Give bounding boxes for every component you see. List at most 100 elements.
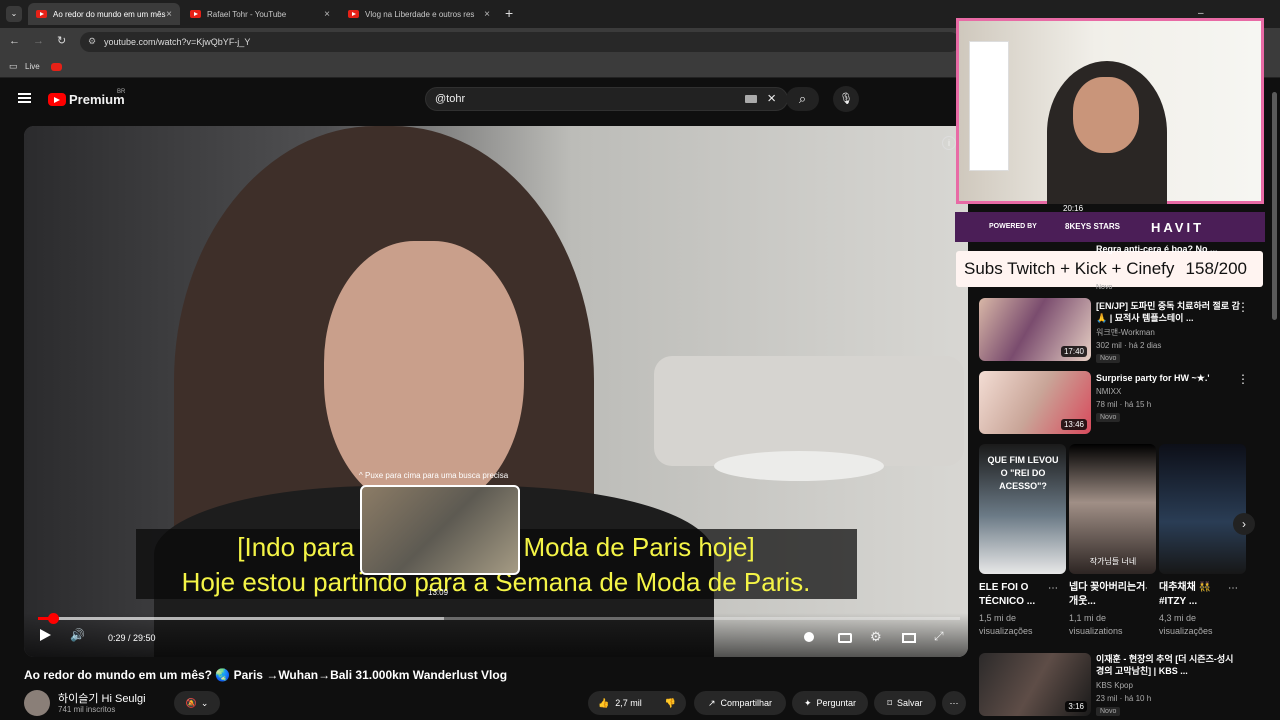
seek-preview-thumbnail xyxy=(360,485,520,575)
like-count: 2,7 mil xyxy=(615,698,642,708)
video-stats: 302 mil · há 2 dias xyxy=(1096,341,1162,350)
url-text: youtube.com/watch?v=KjwQbYF-j_Y xyxy=(104,37,251,47)
like-button[interactable]: 👍 2,7 mil 👎 xyxy=(588,691,686,715)
webcam-face xyxy=(1073,77,1139,153)
short-views: 4,3 mi de visualizações xyxy=(1159,613,1213,636)
channel-name: 워크맨-Workman xyxy=(1096,328,1155,337)
more-icon: ⋯ xyxy=(949,697,959,708)
short-thumbnail[interactable]: 작가님들 너네 xyxy=(1069,444,1156,574)
short-thumbnail[interactable] xyxy=(1159,444,1246,574)
menu-icon[interactable] xyxy=(18,93,31,103)
site-info-icon[interactable]: ⚙ xyxy=(88,36,96,47)
tab-rafael[interactable]: Rafael Tohr - YouTube × xyxy=(182,3,338,25)
video-player[interactable]: i ^ Puxe para cima para uma busca precis… xyxy=(24,126,968,657)
new-badge: Novo xyxy=(1096,707,1121,716)
short-title[interactable]: 대추채채 👯 #ITZY ... xyxy=(1159,581,1239,609)
thumbs-down-icon[interactable]: 👎 xyxy=(665,698,676,709)
close-tab-icon[interactable]: × xyxy=(484,9,490,20)
search-value: @tohr xyxy=(435,93,466,105)
more-icon[interactable]: ⋯ xyxy=(1228,583,1238,594)
share-button[interactable]: ↗ Compartilhar xyxy=(694,691,786,715)
time-display: 0:29 / 29:50 xyxy=(108,633,156,643)
reload-icon[interactable]: ↻ xyxy=(57,34,66,47)
partial-video-duration: 20:16 xyxy=(1063,204,1084,213)
progress-hover xyxy=(52,617,444,620)
sidebar-scrollbar[interactable] xyxy=(1272,92,1277,320)
youtube-bookmark-icon[interactable] xyxy=(51,63,62,71)
chevron-down-icon: ⌄ xyxy=(200,697,209,708)
tab-title: Vlog na Liberdade e outros res xyxy=(365,9,475,19)
forward-icon[interactable]: → xyxy=(33,35,44,47)
tab-vlog[interactable]: Vlog na Liberdade e outros res × xyxy=(340,3,498,25)
powered-by-label: POWERED BY xyxy=(989,223,1037,230)
scene-table xyxy=(714,451,884,481)
info-icon[interactable]: i xyxy=(942,136,956,150)
partner-name: HAVIT xyxy=(1151,220,1205,235)
tab-current[interactable]: Ao redor do mundo em um mês × xyxy=(28,3,180,25)
more-icon[interactable]: ⋮ xyxy=(1237,372,1249,386)
new-badge: Novo xyxy=(1096,354,1121,363)
play-icon[interactable] xyxy=(40,629,51,641)
shorts-next-button[interactable]: › xyxy=(1233,513,1255,535)
streamer-webcam xyxy=(956,18,1264,204)
duration: 3:16 xyxy=(1065,701,1087,712)
progress-bar[interactable] xyxy=(38,613,960,624)
voice-search-button[interactable]: 🎙 xyxy=(833,86,859,112)
duration: 13:46 xyxy=(1060,419,1087,430)
share-icon: ↗ xyxy=(707,697,716,708)
channel-name[interactable]: 하이슬기 Hi Seulgi xyxy=(58,690,146,706)
short-title[interactable]: 넵다 꽂아버리는거 개웃... xyxy=(1069,581,1149,609)
scrubber-handle[interactable] xyxy=(47,613,59,624)
youtube-favicon-icon xyxy=(190,10,201,18)
bookmark-live[interactable]: Live xyxy=(25,62,40,71)
autoplay-toggle-icon[interactable] xyxy=(804,632,814,642)
more-actions-button[interactable]: ⋯ xyxy=(942,691,966,715)
back-icon[interactable]: ← xyxy=(9,35,20,47)
partial-video-title[interactable]: Regra anti-cera é boa? No ... xyxy=(1096,244,1218,254)
video-title: 이재훈 - 현장의 추억 [더 시즌즈-성시경의 고막남친] | KBS ... xyxy=(1096,654,1234,676)
ask-button[interactable]: ✦ Perguntar xyxy=(792,691,868,715)
chevron-right-icon: › xyxy=(1242,517,1246,531)
clear-search-icon[interactable]: × xyxy=(767,90,776,107)
save-label: Salvar xyxy=(897,698,923,708)
tab-title: Ao redor do mundo em um mês xyxy=(53,9,166,19)
search-button[interactable]: ⌕ xyxy=(786,87,819,111)
new-tab-button[interactable]: + xyxy=(505,5,513,21)
sponsor-name: 8KEYS STARS xyxy=(1065,222,1120,231)
search-input[interactable]: @tohr × xyxy=(425,87,788,111)
more-icon[interactable]: ⋯ xyxy=(1048,583,1058,594)
channel-avatar[interactable] xyxy=(24,690,50,716)
channel-name: KBS Kpop xyxy=(1096,681,1133,690)
region-label: BR xyxy=(117,89,126,95)
new-badge: Novo xyxy=(1096,413,1121,422)
partial-video-badge: Novo xyxy=(1096,284,1113,291)
tab-menu-icon[interactable]: ⌄ xyxy=(6,6,22,22)
sponsor-banner: POWERED BY 8KEYS STARS HAVIT xyxy=(955,212,1265,242)
keyboard-icon[interactable] xyxy=(745,95,757,103)
subtitles-icon[interactable] xyxy=(838,633,852,643)
video-title: [EN/JP] 도파민 중독 치료하러 절로 감 🙏 | 묘적사 템플스테이 .… xyxy=(1096,301,1240,323)
more-icon[interactable]: ⋮ xyxy=(1237,300,1249,314)
short-overlay-text: QUE FIM LEVOU O "REI DO ACESSO"? xyxy=(987,455,1059,491)
counter-value: 158/200 xyxy=(1185,259,1247,278)
theater-mode-icon[interactable] xyxy=(902,633,916,643)
bookmark-icon: ⌑ xyxy=(887,697,893,708)
short-thumbnail[interactable]: QUE FIM LEVOU O "REI DO ACESSO"? xyxy=(979,444,1066,574)
youtube-favicon-icon xyxy=(36,10,47,18)
short-views: 1,5 mi de visualizações xyxy=(979,613,1033,636)
pull-up-hint: ^ Puxe para cima para uma busca precisa xyxy=(359,471,509,480)
save-button[interactable]: ⌑ Salvar xyxy=(874,691,936,715)
address-input[interactable]: ⚙ youtube.com/watch?v=KjwQbYF-j_Y xyxy=(80,32,960,52)
short-title[interactable]: ELE FOI O TÉCNICO ... xyxy=(979,581,1059,609)
more-icon[interactable]: ⋯ xyxy=(1138,583,1148,594)
video-stats: 23 mil · há 10 h xyxy=(1096,694,1152,703)
subs-counter: Subs Twitch + Kick + Cinefy 158/200 xyxy=(956,251,1263,287)
volume-icon[interactable]: 🔊 xyxy=(70,628,85,642)
notification-bell-button[interactable]: 🔕 ⌄ xyxy=(174,691,220,715)
webcam-shelf xyxy=(969,41,1009,171)
settings-icon[interactable]: ⚙ xyxy=(870,629,882,645)
short-views: 1,1 mi de visualizations xyxy=(1069,613,1123,636)
close-tab-icon[interactable]: × xyxy=(166,9,172,20)
fullscreen-icon[interactable]: ⤢ xyxy=(934,629,944,644)
close-tab-icon[interactable]: × xyxy=(324,9,330,20)
